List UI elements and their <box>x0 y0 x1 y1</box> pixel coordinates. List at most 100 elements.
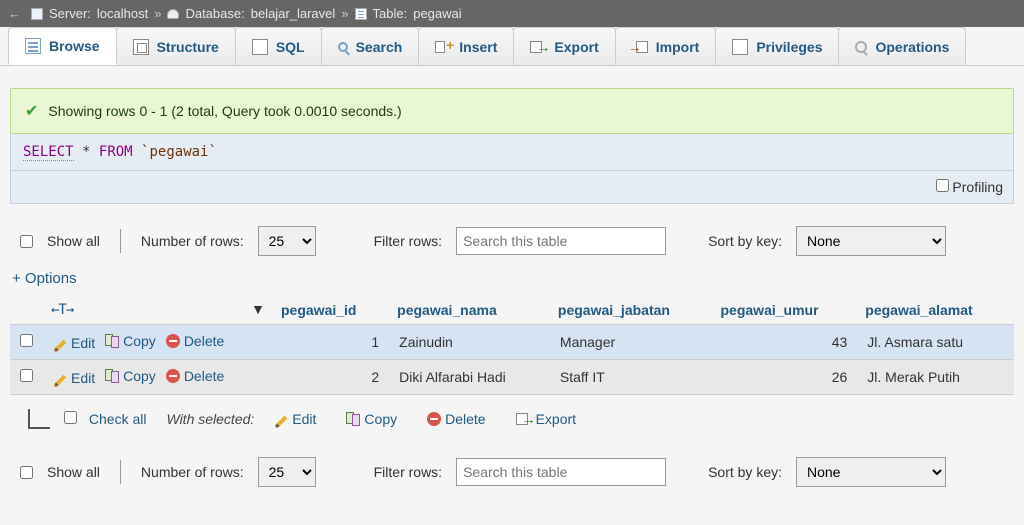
tab-browse[interactable]: Browse <box>8 27 117 65</box>
sort-dropdown-icon[interactable]: ▼ <box>251 301 265 317</box>
delete-icon <box>166 334 180 348</box>
tab-export[interactable]: Export <box>513 27 615 65</box>
filter-row-bottom: Show all Number of rows: 25 Filter rows:… <box>10 435 1014 495</box>
sort-key-label: Sort by key: <box>708 233 782 249</box>
table-label: Table: <box>373 6 408 21</box>
sql-table: `pegawai` <box>141 144 217 160</box>
success-message: ✔ Showing rows 0 - 1 (2 total, Query too… <box>10 88 1014 134</box>
profiling-label: Profiling <box>952 179 1003 195</box>
copy-icon <box>346 412 360 426</box>
sql-star: * <box>82 144 90 160</box>
cell-umur: 26 <box>713 360 858 395</box>
table-header-row: ←T→ ▼ pegawai_id pegawai_nama pegawai_ja… <box>10 295 1014 325</box>
separator <box>120 229 121 253</box>
insert-icon <box>435 39 451 55</box>
cell-alamat: Jl. Merak Putih <box>857 360 1014 395</box>
cell-nama: Zainudin <box>389 325 550 360</box>
tab-operations[interactable]: Operations <box>838 27 966 65</box>
turn-arrow-icon <box>28 409 50 429</box>
col-pegawai_umur[interactable]: pegawai_umur <box>713 295 858 325</box>
num-rows-label: Number of rows: <box>141 233 244 249</box>
ws-copy[interactable]: Copy <box>346 411 397 427</box>
breadcrumb: ← Server: localhost » Database: belajar_… <box>0 0 1024 27</box>
search-icon <box>338 42 348 52</box>
sql-query-box: SELECT * FROM `pegawai` <box>10 134 1014 171</box>
breadcrumb-database[interactable]: belajar_laravel <box>251 6 336 21</box>
edit-icon <box>54 375 67 388</box>
cell-id: 2 <box>273 360 389 395</box>
ws-delete[interactable]: Delete <box>427 411 485 427</box>
breadcrumb-table[interactable]: pegawai <box>413 6 461 21</box>
database-icon <box>167 9 179 19</box>
check-all-checkbox[interactable] <box>64 411 77 424</box>
row-delete[interactable]: Delete <box>166 368 224 384</box>
export-icon <box>530 39 546 55</box>
tab-label: Structure <box>157 39 219 55</box>
row-edit[interactable]: Edit <box>53 370 95 386</box>
sql-select: SELECT <box>23 144 74 161</box>
show-all-label: Show all <box>47 464 100 480</box>
ws-export[interactable]: Export <box>516 411 576 427</box>
sort-key-select[interactable]: None <box>796 226 946 256</box>
tab-bar: Browse Structure SQL Search Insert Expor… <box>0 27 1024 66</box>
col-pegawai_id[interactable]: pegawai_id <box>273 295 389 325</box>
filter-rows-input[interactable] <box>456 227 666 255</box>
delete-icon <box>427 412 441 426</box>
breadcrumb-sep: » <box>341 6 348 21</box>
tab-label: Insert <box>459 39 497 55</box>
filter-rows-label: Filter rows: <box>374 233 442 249</box>
table-icon <box>355 8 367 20</box>
col-pegawai_alamat[interactable]: pegawai_alamat <box>857 295 1014 325</box>
row-edit[interactable]: Edit <box>53 335 95 351</box>
tab-label: Search <box>356 39 403 55</box>
row-copy[interactable]: Copy <box>105 368 156 384</box>
copy-icon <box>105 369 119 383</box>
sort-key-label: Sort by key: <box>708 464 782 480</box>
tab-privileges[interactable]: Privileges <box>715 27 839 65</box>
privileges-icon <box>732 39 748 55</box>
cell-jabatan: Manager <box>550 325 713 360</box>
row-checkbox[interactable] <box>20 369 33 382</box>
col-pegawai_jabatan[interactable]: pegawai_jabatan <box>550 295 713 325</box>
ws-edit[interactable]: Edit <box>274 411 316 427</box>
tab-label: Operations <box>875 39 949 55</box>
num-rows-select[interactable]: 25 <box>258 226 316 256</box>
table-row: Edit Copy Delete 2Diki Alfarabi HadiStaff I… <box>10 360 1014 395</box>
profiling-checkbox[interactable] <box>936 179 949 192</box>
tab-insert[interactable]: Insert <box>418 27 514 65</box>
row-delete[interactable]: Delete <box>166 333 224 349</box>
sql-footer: Profiling <box>10 171 1014 204</box>
row-copy[interactable]: Copy <box>105 333 156 349</box>
server-label: Server: <box>49 6 91 21</box>
col-pegawai_nama[interactable]: pegawai_nama <box>389 295 550 325</box>
cell-jabatan: Staff IT <box>550 360 713 395</box>
show-all-checkbox[interactable] <box>20 466 33 479</box>
check-icon: ✔ <box>25 101 38 121</box>
tab-label: Privileges <box>756 39 822 55</box>
options-toggle[interactable]: + Options <box>10 264 1014 293</box>
breadcrumb-server[interactable]: localhost <box>97 6 148 21</box>
tab-label: SQL <box>276 39 305 55</box>
num-rows-select[interactable]: 25 <box>258 457 316 487</box>
sort-key-select[interactable]: None <box>796 457 946 487</box>
tab-import[interactable]: Import <box>615 27 717 65</box>
operations-icon <box>855 41 867 53</box>
export-icon <box>516 411 532 427</box>
tab-label: Import <box>656 39 700 55</box>
tab-sql[interactable]: SQL <box>235 27 322 65</box>
edit-icon <box>54 340 67 353</box>
show-all-checkbox[interactable] <box>20 235 33 248</box>
database-label: Database: <box>185 6 244 21</box>
cell-nama: Diki Alfarabi Hadi <box>389 360 550 395</box>
tab-label: Export <box>554 39 598 55</box>
tab-search[interactable]: Search <box>321 27 420 65</box>
check-all-link[interactable]: Check all <box>89 411 147 427</box>
row-checkbox[interactable] <box>20 334 33 347</box>
back-arrow-icon[interactable]: ← <box>8 6 21 21</box>
cell-id: 1 <box>273 325 389 360</box>
filter-rows-input[interactable] <box>456 458 666 486</box>
table-row: EditCopyDelete1ZainudinManager43Jl. Asma… <box>10 325 1014 360</box>
tab-structure[interactable]: Structure <box>116 27 236 65</box>
separator <box>120 460 121 484</box>
sort-arrows-icon[interactable]: ←T→ <box>51 302 73 318</box>
